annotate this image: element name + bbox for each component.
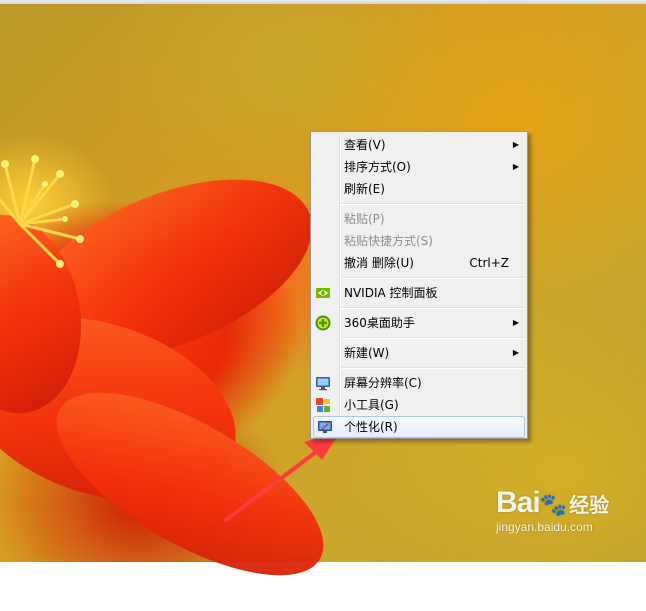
- nvidia-icon: [316, 288, 330, 298]
- watermark-logo: Bai: [496, 486, 541, 519]
- menu-item-label: 粘贴(P): [344, 212, 385, 226]
- menu-item-paste-shortcut[interactable]: 粘贴快捷方式(S): [311, 230, 527, 252]
- gadgets-icon: [316, 398, 330, 412]
- watermark-logo-suffix: 经验: [569, 493, 610, 517]
- desktop-context-menu: 查看(V) ▶ 排序方式(O) ▶ 刷新(E) 粘贴(P) 粘贴快捷方式(S) …: [310, 131, 528, 439]
- submenu-arrow-icon: ▶: [512, 348, 519, 357]
- watermark-url: jingyan.baidu.com: [496, 520, 593, 534]
- monitor-icon: [316, 377, 330, 391]
- menu-item-360-desktop-assistant[interactable]: 360桌面助手 ▶: [311, 312, 527, 334]
- menu-item-new[interactable]: 新建(W) ▶: [311, 342, 527, 364]
- menu-item-undo-delete[interactable]: 撤消 删除(U) Ctrl+Z: [311, 252, 527, 274]
- menu-separator: [341, 337, 525, 339]
- menu-separator: [341, 307, 525, 309]
- submenu-arrow-icon: ▶: [512, 140, 519, 149]
- menu-item-view[interactable]: 查看(V) ▶: [311, 134, 527, 156]
- 360-icon: [315, 315, 331, 331]
- menu-item-label: 屏幕分辨率(C): [344, 376, 422, 390]
- submenu-arrow-icon: ▶: [512, 318, 519, 327]
- menu-item-label: 刷新(E): [344, 182, 385, 196]
- menu-item-sort-by[interactable]: 排序方式(O) ▶: [311, 156, 527, 178]
- menu-item-label: 个性化(R): [344, 420, 398, 434]
- menu-item-paste[interactable]: 粘贴(P): [311, 208, 527, 230]
- menu-item-label: 360桌面助手: [344, 316, 415, 330]
- menu-item-label: NVIDIA 控制面板: [344, 286, 438, 300]
- menu-item-label: 新建(W): [344, 346, 390, 360]
- menu-item-refresh[interactable]: 刷新(E): [311, 178, 527, 200]
- menu-item-shortcut: Ctrl+Z: [469, 256, 509, 270]
- menu-separator: [341, 277, 525, 279]
- menu-separator: [341, 367, 525, 369]
- menu-item-label: 查看(V): [344, 138, 386, 152]
- submenu-arrow-icon: ▶: [512, 162, 519, 171]
- menu-separator: [341, 203, 525, 205]
- baidu-watermark: Bai🐾 经验 jingyan.baidu.com: [496, 486, 646, 534]
- menu-item-gadgets[interactable]: 小工具(G): [311, 394, 527, 416]
- menu-item-label: 粘贴快捷方式(S): [344, 234, 433, 248]
- menu-item-label: 排序方式(O): [344, 160, 411, 174]
- menu-item-personalize[interactable]: 个性化(R): [313, 416, 525, 438]
- menu-item-screen-resolution[interactable]: 屏幕分辨率(C): [311, 372, 527, 394]
- personalize-icon: [318, 421, 332, 433]
- menu-item-label: 撤消 删除(U): [344, 256, 414, 270]
- menu-item-label: 小工具(G): [344, 398, 399, 412]
- menu-item-nvidia-control-panel[interactable]: NVIDIA 控制面板: [311, 282, 527, 304]
- paw-icon: 🐾: [539, 493, 568, 518]
